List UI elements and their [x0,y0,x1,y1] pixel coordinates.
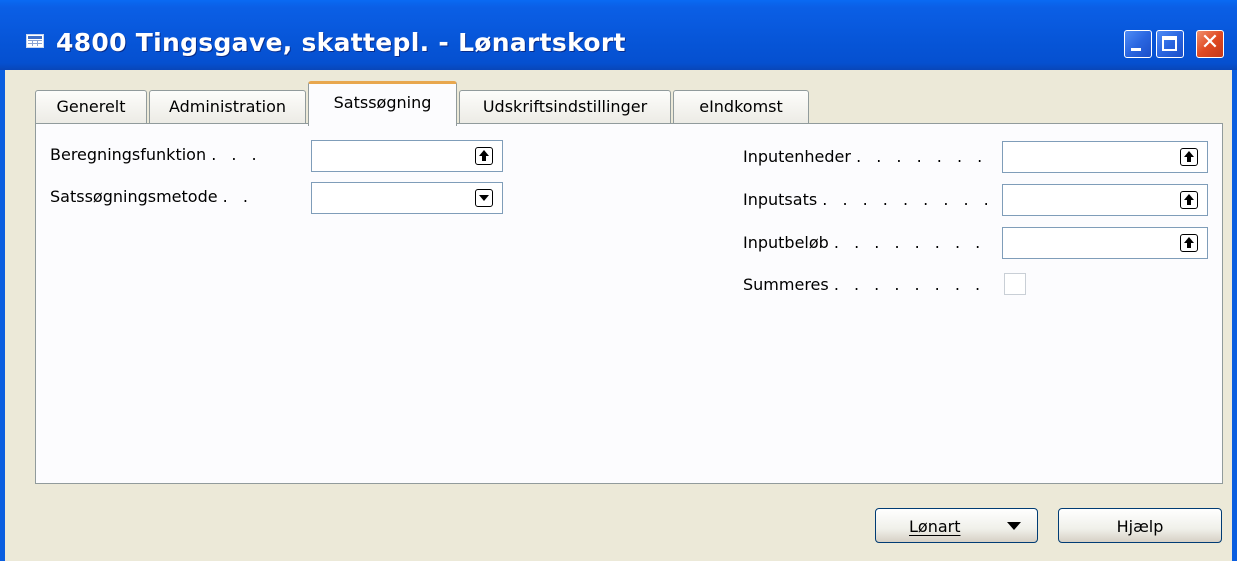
minimize-icon [1131,48,1141,51]
close-button[interactable]: ✕ [1196,30,1224,58]
leader-dots: . . . . . . . [856,147,988,166]
field-label-summeres: Summeres . . . . . . . . [743,275,986,294]
lonart-menu-button[interactable]: Lønart [875,508,1038,543]
tab-eindkomst[interactable]: eIndkomst [673,90,809,124]
client-area: Generelt Administration Satssøgning Udsk… [5,70,1232,561]
leader-dots: . . [222,187,253,206]
lookup-button[interactable] [1180,191,1198,209]
tab-udskriftsindstillinger[interactable]: Udskriftsindstillinger [459,90,671,124]
summeres-checkbox[interactable] [1004,273,1026,295]
chevron-down-icon [1007,522,1021,530]
tab-panel-satssogning: Beregningsfunktion . . . Satssøgningsmet… [35,123,1223,484]
window-frame-right [1232,70,1237,561]
field-label-satssogningsmetode: Satssøgningsmetode . . [50,187,253,206]
minimize-button[interactable] [1124,30,1152,58]
leader-dots: . . . . . . . . [833,275,986,294]
tab-administration[interactable]: Administration [149,90,306,124]
form-icon [26,34,44,48]
help-button[interactable]: Hjælp [1058,508,1222,543]
tab-satssogning[interactable]: Satssøgning [308,81,457,126]
title-bar[interactable]: 4800 Tingsgave, skattepl. - Lønartskort … [0,0,1237,70]
lookup-button[interactable] [1180,234,1198,252]
window: 4800 Tingsgave, skattepl. - Lønartskort … [0,0,1237,561]
inputbelob-field[interactable] [1002,227,1208,259]
dropdown-button[interactable] [475,189,493,207]
inputenheder-field[interactable] [1002,141,1208,173]
lookup-button[interactable] [1180,148,1198,166]
maximize-button[interactable] [1156,30,1184,58]
leader-dots: . . . . . . . . [833,233,986,252]
leader-dots: . . . [211,145,262,164]
inputsats-field[interactable] [1002,184,1208,216]
leader-dots: . . . . . . . . . [822,190,994,209]
help-button-label: Hjælp [1116,517,1164,536]
tab-generelt[interactable]: Generelt [35,90,147,124]
close-icon: ✕ [1200,30,1220,55]
lookup-button[interactable] [475,147,493,165]
maximize-icon [1162,36,1177,51]
satssogningsmetode-field[interactable] [311,182,503,214]
field-label-inputsats: Inputsats . . . . . . . . . [743,190,994,209]
field-label-inputbelob: Inputbeløb . . . . . . . . [743,233,986,252]
dropdown-arrow-icon [479,195,489,201]
window-title: 4800 Tingsgave, skattepl. - Lønartskort [56,28,626,57]
beregningsfunktion-field[interactable] [311,140,503,172]
field-label-inputenheder: Inputenheder . . . . . . . [743,147,988,166]
field-label-beregningsfunktion: Beregningsfunktion . . . [50,145,262,164]
